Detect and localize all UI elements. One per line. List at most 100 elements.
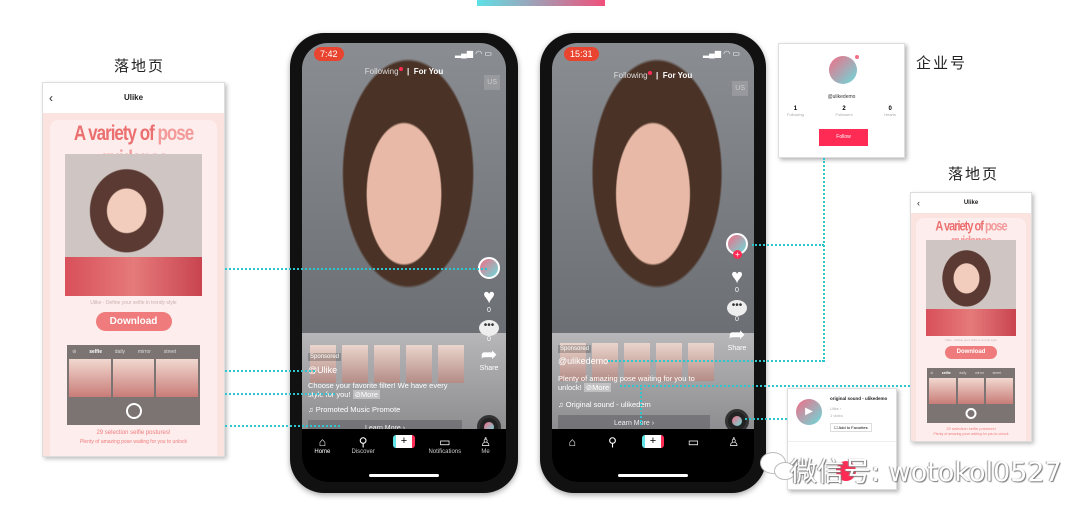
- landing-page-label: 落地页: [114, 57, 166, 75]
- connector-line: [225, 370, 315, 372]
- download-button[interactable]: Download: [95, 312, 172, 332]
- watermark-text: 微信号: wotokol0527: [790, 457, 1062, 488]
- profile-icon: ♙: [480, 435, 491, 450]
- comment-icon[interactable]: •••: [479, 320, 499, 336]
- tab-daily[interactable]: daily: [115, 349, 125, 355]
- sound-title: original sound - ulikedemo: [830, 396, 888, 401]
- chevron-left-icon[interactable]: ‹: [49, 91, 53, 105]
- tab-daily[interactable]: daily: [959, 371, 966, 375]
- status-icons: ▂▄▆ ◠ ▭: [455, 49, 492, 58]
- pose-thumb[interactable]: [986, 377, 1014, 404]
- nav-discover[interactable]: ⚲: [595, 435, 631, 449]
- pose-thumb[interactable]: [928, 377, 956, 404]
- nav-me[interactable]: ♙: [716, 435, 752, 449]
- like-count: 0: [487, 307, 491, 314]
- nav-discover[interactable]: ⚲ Discover: [345, 435, 381, 455]
- tab-mirror[interactable]: mirror: [975, 371, 984, 375]
- home-indicator: [369, 474, 439, 477]
- landing-app-name: Ulike: [123, 93, 144, 103]
- profile-avatar: [829, 56, 857, 84]
- sponsored-label: Sponsored: [308, 353, 342, 361]
- region-badge: US: [484, 75, 500, 90]
- connector-line: [752, 244, 824, 246]
- landing-app-name: Ulike: [963, 199, 979, 206]
- tiktok-feed-screen-1: 7:42 ▂▄▆ ◠ ▭ Following | For You US ♥ 0 …: [302, 43, 506, 482]
- stat-following: 1 Following: [787, 106, 804, 117]
- connector-line: [823, 158, 825, 362]
- landing-page-right: ‹ Ulike A variety of pose guidance Ulike…: [910, 192, 1032, 442]
- status-time: 15:31: [564, 47, 599, 61]
- tab-none[interactable]: ⊘: [930, 371, 933, 375]
- plus-icon: +: [392, 435, 415, 449]
- share-label: Share: [727, 345, 747, 352]
- connector-line: [225, 425, 340, 427]
- status-time: 7:42: [314, 47, 344, 61]
- nav-me[interactable]: ♙ Me: [468, 435, 504, 455]
- connector-line: [640, 385, 642, 425]
- landing-caption: Ulike - Define your selfie in trendy sty…: [945, 337, 997, 342]
- search-icon: ⚲: [358, 435, 368, 450]
- enterprise-account-label: 企业号: [916, 54, 968, 72]
- side-actions: + ♥ 0 ••• 0 ➦ Share: [724, 233, 750, 352]
- connector-line: [225, 393, 335, 395]
- pose-thumb[interactable]: [156, 359, 199, 398]
- nav-create[interactable]: +: [386, 435, 422, 449]
- landing-body: A variety of pose guidance Ulike - Defin…: [915, 217, 1027, 441]
- download-button[interactable]: Download: [945, 345, 997, 359]
- shutter-button[interactable]: [125, 403, 142, 420]
- profile-handle: @ulikedemo: [827, 94, 856, 100]
- plus-icon: +: [641, 435, 664, 449]
- heart-icon[interactable]: ♥: [476, 287, 502, 307]
- connector-line: [225, 268, 487, 270]
- comment-count: 0: [487, 336, 491, 343]
- filter-strip: [302, 345, 478, 383]
- chevron-left-icon[interactable]: ‹: [917, 198, 920, 208]
- add-to-favorites-button[interactable]: ☐ Add to Favorites: [830, 423, 872, 432]
- tab-for-you[interactable]: For You: [414, 67, 443, 76]
- follow-button[interactable]: Follow: [819, 129, 868, 146]
- play-icon[interactable]: ▶: [796, 399, 822, 425]
- share-icon[interactable]: ➦: [724, 325, 750, 345]
- pose-thumb[interactable]: [957, 377, 985, 404]
- avatar[interactable]: +: [726, 233, 748, 259]
- more-link[interactable]: ⊘More: [583, 383, 612, 392]
- landing-photo: [925, 239, 1017, 336]
- phone-mockup-1: 7:42 ▂▄▆ ◠ ▭ Following | For You US ♥ 0 …: [290, 33, 518, 493]
- tab-for-you[interactable]: For You: [663, 71, 692, 80]
- music-label[interactable]: ♫ Original sound - ulikedem: [558, 400, 651, 409]
- nav-notifications[interactable]: ▭ Notifications: [427, 435, 463, 455]
- tab-selfie[interactable]: selfie: [89, 349, 102, 355]
- status-icons: ▂▄▆ ◠ ▭: [703, 49, 740, 58]
- nav-notifications[interactable]: ▭: [675, 435, 711, 449]
- heart-icon[interactable]: ♥: [724, 267, 750, 287]
- search-icon: ⚲: [608, 435, 617, 450]
- connector-line: [608, 360, 824, 362]
- tab-street[interactable]: street: [164, 349, 177, 355]
- landing-header: ‹ Ulike: [911, 193, 1031, 213]
- comment-icon[interactable]: •••: [727, 300, 747, 316]
- music-label[interactable]: ♫ Promoted Music Promote: [308, 405, 400, 414]
- pose-thumb[interactable]: [112, 359, 155, 398]
- enterprise-profile-card: @ulikedemo 1 Following 2 Followers 0 Hearts…: [778, 43, 905, 158]
- tab-none[interactable]: ⊘: [72, 349, 76, 355]
- nav-home[interactable]: ⌂: [554, 435, 590, 449]
- pose-thumb[interactable]: [68, 359, 111, 398]
- home-icon: ⌂: [568, 435, 576, 450]
- tab-street[interactable]: street: [992, 371, 1001, 375]
- sound-author[interactable]: Ulike ›: [830, 406, 841, 411]
- account-handle[interactable]: @ulikedemo: [558, 356, 608, 366]
- share-label: Share: [479, 365, 499, 372]
- tiktok-feed-screen-2: 15:31 ▂▄▆ ◠ ▭ Following | For You US + ♥…: [552, 43, 754, 482]
- tab-selfie[interactable]: selfie: [942, 371, 951, 375]
- tab-following[interactable]: Following: [365, 67, 399, 76]
- like-count: 0: [735, 287, 739, 294]
- tab-following[interactable]: Following: [614, 71, 648, 80]
- share-icon[interactable]: ➦: [476, 345, 502, 365]
- more-link[interactable]: ⊘More: [352, 390, 380, 399]
- nav-home[interactable]: ⌂ Home: [304, 435, 340, 455]
- nav-create[interactable]: +: [635, 435, 671, 449]
- ad-description: Plenty of amazing pose waiting for you t…: [558, 374, 695, 392]
- shutter-button[interactable]: [965, 407, 977, 419]
- tab-mirror[interactable]: mirror: [138, 349, 151, 355]
- home-indicator: [618, 474, 688, 477]
